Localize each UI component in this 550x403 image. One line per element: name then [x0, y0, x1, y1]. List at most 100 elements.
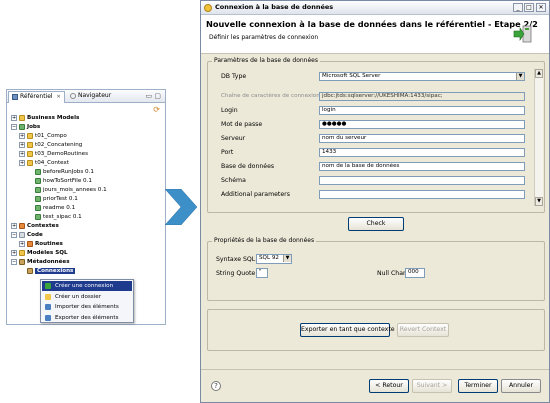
next-button[interactable]: Suivant >	[412, 379, 452, 393]
export-context-button[interactable]: Exporter en tant que contexte	[300, 323, 395, 337]
additional-parameters-label: Additional parameters	[221, 191, 290, 198]
tree-item-label: t01_Compo	[35, 133, 67, 139]
database-input[interactable]: nom de la base de données	[319, 162, 525, 171]
chevron-down-icon[interactable]: ▼	[283, 255, 291, 262]
expand-icon[interactable]: +	[19, 159, 25, 166]
context-menu-item[interactable]: Importer des éléments	[42, 302, 132, 312]
job-icon	[35, 168, 41, 175]
tree-item[interactable]: + Modèles SQL	[11, 249, 68, 257]
login-label: Login	[221, 107, 238, 114]
tree-item[interactable]: + Business Models	[11, 114, 79, 122]
minimize-button[interactable]: _	[513, 3, 523, 12]
tab-navigateur[interactable]: Navigateur	[67, 91, 114, 103]
password-label: Mot de passe	[221, 121, 263, 128]
tree-item[interactable]: readme 0.1	[27, 204, 75, 212]
tree-item[interactable]: howToSortFile 0.1	[27, 177, 92, 185]
expand-icon[interactable]: +	[19, 141, 25, 148]
tree-item[interactable]: − Code	[11, 231, 43, 239]
refresh-icon[interactable]: ⟳	[153, 105, 160, 114]
revert-context-button[interactable]: Revert Context	[397, 323, 449, 337]
job-icon	[35, 213, 41, 220]
tree-item[interactable]: + t03_DemoRoutines	[19, 150, 88, 158]
chevron-down-icon[interactable]: ▼	[516, 73, 524, 80]
window-title: Connexion à la base de données	[215, 3, 334, 11]
tree-item[interactable]: Connexions	[19, 267, 76, 275]
additional-parameters-input[interactable]	[319, 190, 525, 199]
tree-item[interactable]: + t04_Context	[19, 159, 69, 167]
scroll-up-icon[interactable]: ▲	[535, 69, 543, 78]
tree-item-label: t04_Context	[35, 160, 70, 166]
context-menu: Créer une connexion Créer un dossier Impor…	[40, 279, 134, 323]
expand-icon[interactable]: +	[11, 249, 17, 256]
context-menu-label: Exporter des éléments	[55, 314, 119, 321]
schema-input[interactable]	[319, 176, 525, 185]
folder-icon	[27, 159, 33, 166]
tree-item[interactable]: test_sipac 0.1	[27, 213, 82, 221]
tree-item[interactable]: − Jobs	[11, 123, 40, 131]
tree-item[interactable]: + t01_Compo	[19, 132, 67, 140]
arrow-right-icon	[164, 189, 197, 225]
jobs-icon	[19, 123, 25, 130]
password-input[interactable]: ●●●●●	[319, 120, 525, 129]
db-type-select[interactable]: Microsoft SQL Server ▼	[319, 72, 525, 81]
context-menu-item[interactable]: Créer une connexion	[42, 281, 132, 291]
scroll-down-icon[interactable]: ▼	[535, 197, 543, 206]
context-menu-item[interactable]: Exporter des éléments	[42, 313, 132, 323]
port-label: Port	[221, 149, 234, 156]
tree-item-label: priorTest 0.1	[43, 196, 78, 202]
cancel-button[interactable]: Annuler	[501, 379, 541, 393]
null-char-input[interactable]: 000	[405, 268, 425, 278]
context-menu-label: Créer un dossier	[55, 293, 102, 300]
expand-icon[interactable]: +	[19, 132, 25, 139]
syntax-sql-value: SQL 92	[259, 255, 279, 261]
help-icon[interactable]: ?	[211, 381, 221, 391]
collapse-icon[interactable]: −	[11, 123, 17, 130]
finish-button[interactable]: Terminer	[458, 379, 498, 393]
maximize-view-icon[interactable]: ▢	[154, 92, 161, 100]
code-icon	[19, 231, 25, 238]
login-input[interactable]: login	[319, 106, 525, 115]
expand-icon[interactable]: +	[11, 114, 17, 121]
folder-icon	[27, 141, 33, 148]
tree-item-label: Connexions	[35, 268, 76, 274]
tab-close-icon[interactable]: ✕	[57, 94, 61, 100]
folder-icon	[27, 132, 33, 139]
tree-item[interactable]: + Routines	[19, 240, 63, 248]
vertical-scrollbar[interactable]: ▲ ▼	[534, 69, 543, 206]
tree-item-label: jours_mois_annees 0.1	[43, 187, 107, 193]
schema-label: Schéma	[221, 177, 246, 184]
back-button[interactable]: < Retour	[369, 379, 409, 393]
tab-referentiel[interactable]: Référentiel ✕	[8, 91, 65, 103]
tree-item[interactable]: beforeRunJobs 0.1	[27, 168, 94, 176]
job-icon	[35, 186, 41, 193]
syntax-sql-select[interactable]: SQL 92 ▼	[256, 254, 292, 264]
expand-icon[interactable]: +	[19, 240, 25, 247]
tree-item[interactable]: + Contextes	[11, 222, 59, 230]
null-char-label: Null Char	[377, 270, 406, 277]
collapse-icon[interactable]: −	[11, 231, 17, 238]
port-input[interactable]: 1433	[319, 148, 525, 157]
server-input[interactable]: nom du serveur	[319, 134, 525, 143]
tree-item-label: Métadonnées	[27, 259, 70, 265]
db-properties-title: Propriétés de la base de données	[212, 237, 317, 244]
close-button[interactable]: ✕	[536, 3, 546, 12]
tree-item[interactable]: jours_mois_annees 0.1	[27, 186, 107, 194]
collapse-icon[interactable]: −	[11, 258, 17, 265]
connection-wizard-dialog: Connexion à la base de données _ □ ✕ Nou…	[200, 0, 550, 403]
string-quote-input[interactable]: "	[256, 268, 268, 278]
minimize-view-icon[interactable]: ▭	[146, 92, 153, 100]
tree-item-label: beforeRunJobs 0.1	[43, 169, 94, 175]
maximize-button[interactable]: □	[524, 3, 534, 12]
sql-models-icon	[19, 249, 25, 256]
repository-tab-bar: Référentiel ✕ Navigateur ▭ ▢	[7, 90, 165, 103]
expand-icon[interactable]: +	[11, 222, 17, 229]
tree-item-label: Business Models	[27, 115, 80, 121]
check-button[interactable]: Check	[348, 217, 404, 231]
context-menu-item[interactable]: Créer un dossier	[42, 292, 132, 302]
expand-icon[interactable]: +	[19, 150, 25, 157]
tree-item[interactable]: priorTest 0.1	[27, 195, 78, 203]
create-folder-icon	[45, 293, 51, 300]
tree-item[interactable]: + t02_Concatening	[19, 141, 82, 149]
tree-item[interactable]: − Métadonnées	[11, 258, 70, 266]
connections-icon	[27, 267, 33, 274]
